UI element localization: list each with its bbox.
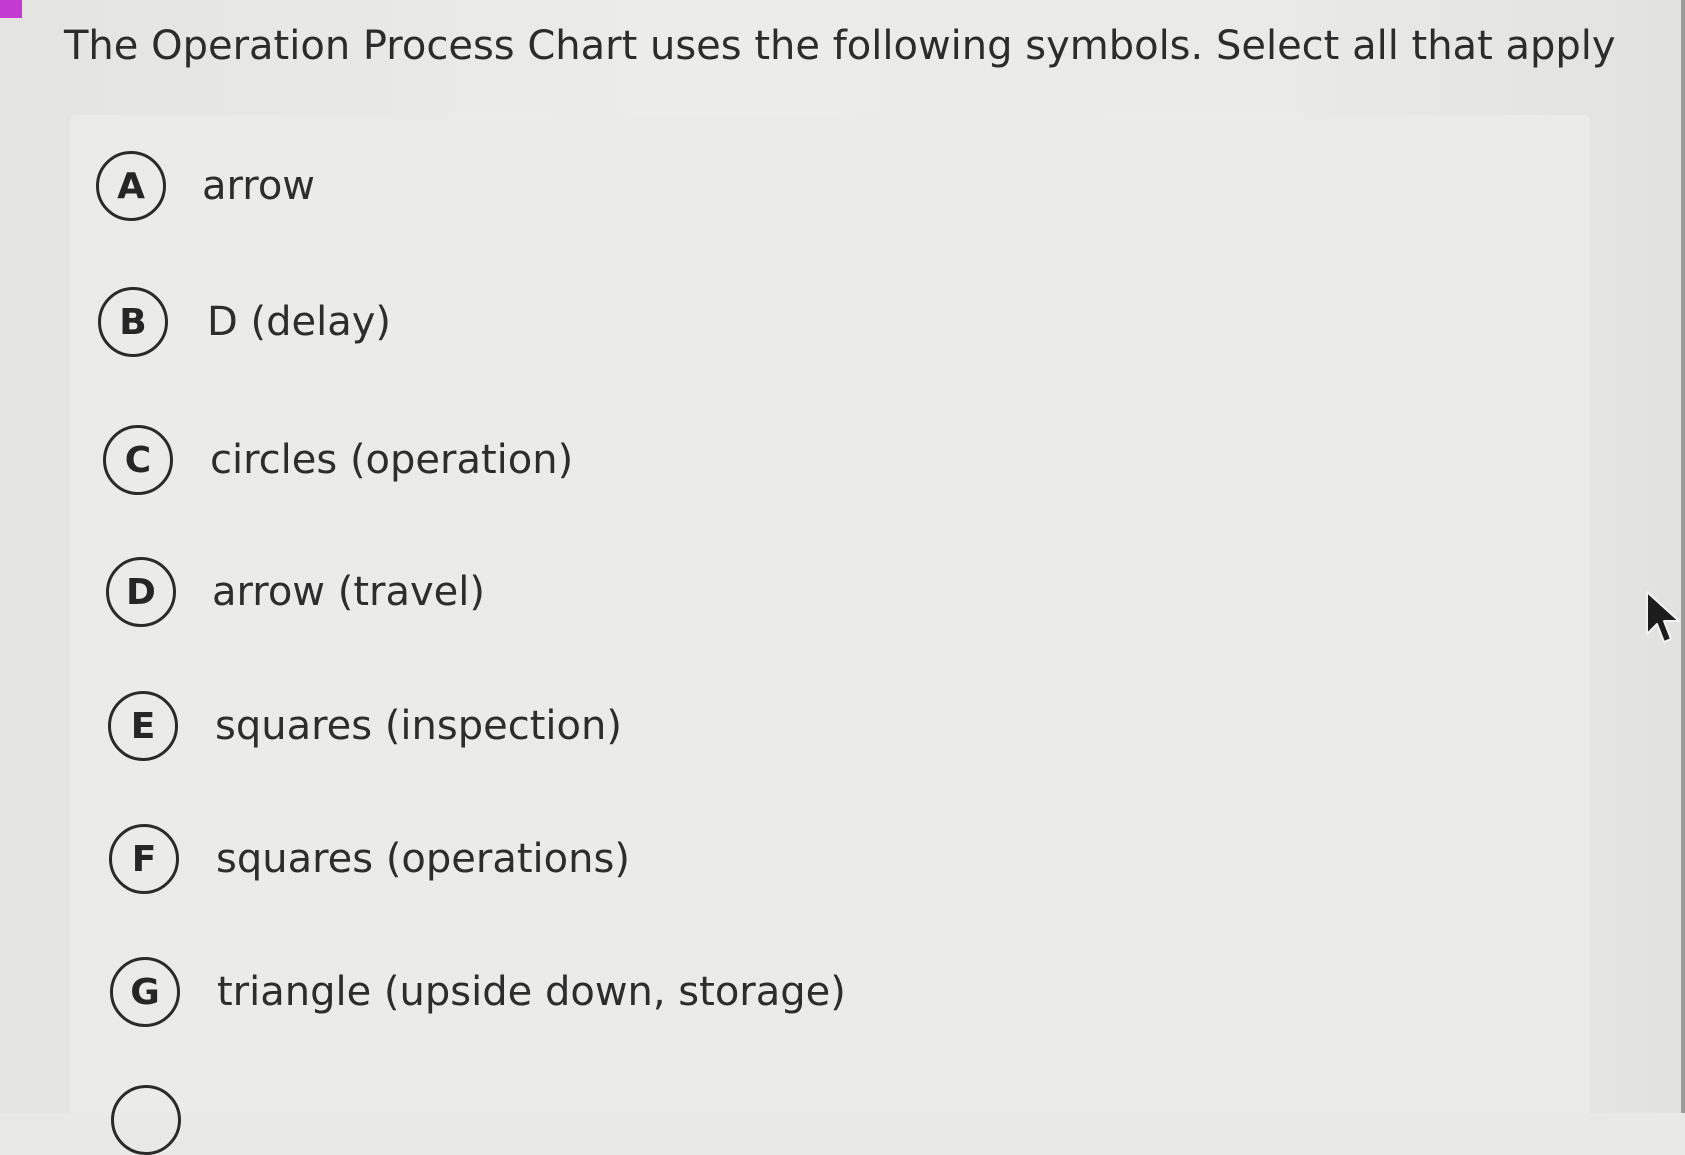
option-d[interactable]: D arrow (travel) (106, 553, 485, 631)
option-e[interactable]: E squares (inspection) (108, 687, 622, 765)
option-letter-badge[interactable]: D (106, 557, 176, 627)
option-c[interactable]: C circles (operation) (103, 421, 573, 499)
option-label[interactable]: squares (operations) (216, 836, 630, 882)
option-partial-badge[interactable] (111, 1085, 181, 1155)
option-letter-badge[interactable]: B (98, 287, 168, 357)
option-letter-badge[interactable]: F (109, 824, 179, 894)
corner-mark (0, 0, 22, 18)
question-text: The Operation Process Chart uses the fol… (64, 23, 1616, 69)
option-label[interactable]: arrow (202, 163, 315, 209)
option-label[interactable]: arrow (travel) (212, 569, 485, 615)
mouse-pointer-icon (1646, 591, 1680, 643)
option-letter-badge[interactable]: E (108, 691, 178, 761)
option-letter-badge[interactable]: A (96, 151, 166, 221)
option-letter-badge[interactable]: C (103, 425, 173, 495)
option-a[interactable]: A arrow (96, 147, 315, 225)
option-label[interactable]: D (delay) (207, 299, 391, 345)
option-f[interactable]: F squares (operations) (109, 820, 630, 898)
option-label[interactable]: triangle (upside down, storage) (217, 969, 846, 1015)
option-letter-badge[interactable]: G (110, 957, 180, 1027)
option-b[interactable]: B D (delay) (98, 283, 391, 361)
option-label[interactable]: circles (operation) (210, 437, 573, 483)
option-g[interactable]: G triangle (upside down, storage) (110, 953, 846, 1031)
screen-bezel (1681, 0, 1685, 1113)
option-label[interactable]: squares (inspection) (215, 703, 622, 749)
screen: The Operation Process Chart uses the fol… (0, 0, 1685, 1155)
